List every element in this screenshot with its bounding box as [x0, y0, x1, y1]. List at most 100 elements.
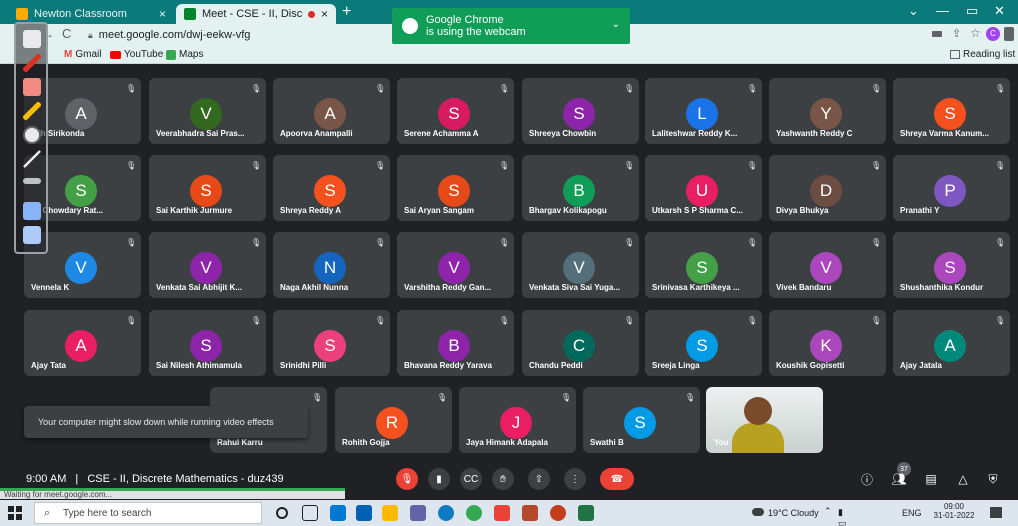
- window-close-button[interactable]: ✕: [994, 3, 1005, 19]
- maximize-button[interactable]: ▭: [966, 3, 978, 19]
- camera-toggle-button[interactable]: ▮: [428, 468, 450, 490]
- bookmark-label: YouTube: [124, 49, 164, 60]
- excel-icon[interactable]: [578, 505, 594, 521]
- chevron-down-icon[interactable]: ⌄: [908, 3, 919, 19]
- chat-icon[interactable]: ▤: [922, 470, 940, 488]
- participant-tile[interactable]: 🎙︎ S Swathi B: [583, 387, 700, 453]
- participant-tile[interactable]: 🎙︎ P Pranathi Y: [893, 155, 1010, 221]
- tab-meet[interactable]: Meet - CSE - II, Discrete Mat ×: [176, 4, 336, 24]
- file-explorer-icon[interactable]: [330, 505, 346, 521]
- participant-tile[interactable]: 🎙︎ S Sreeja Linga: [645, 310, 762, 376]
- rectangle-tool-icon[interactable]: [23, 178, 41, 184]
- bookmarks-bar: M Gmail YouTube Maps Reading list: [0, 46, 1018, 64]
- highlighter-tool-icon[interactable]: [23, 102, 41, 120]
- participant-tile[interactable]: 🎙︎ S Shreya Varma Kanum...: [893, 78, 1010, 144]
- mail-icon[interactable]: [356, 505, 372, 521]
- participant-tile[interactable]: 🎙︎ R Rohith Gojja: [335, 387, 452, 453]
- participant-tile[interactable]: 🎙︎ V Varshitha Reddy Gan...: [397, 232, 514, 298]
- app-icon[interactable]: [550, 505, 566, 521]
- eraser-tool-icon[interactable]: [23, 78, 41, 96]
- reading-list-button[interactable]: Reading list: [950, 49, 1015, 60]
- participant-tile[interactable]: 🎙︎ S Srinidhi Pilli: [273, 310, 390, 376]
- participant-tile[interactable]: 🎙︎ A Apoorva Anampalli: [273, 78, 390, 144]
- app-icon[interactable]: [494, 505, 510, 521]
- close-icon[interactable]: ×: [159, 7, 166, 21]
- activities-icon[interactable]: △: [954, 470, 972, 488]
- participant-tile[interactable]: 🎙︎ D Divya Bhukya: [769, 155, 886, 221]
- muted-mic-icon: 🎙︎: [126, 161, 137, 170]
- share-icon[interactable]: ⇪: [952, 27, 961, 40]
- profile-avatar[interactable]: C: [986, 27, 1000, 41]
- participant-tile[interactable]: 🎙︎ S Sai Aryan Sangam: [397, 155, 514, 221]
- bookmark-gmail[interactable]: M Gmail: [64, 49, 101, 60]
- chrome-icon[interactable]: [466, 505, 482, 521]
- app-icon[interactable]: [382, 505, 398, 521]
- participant-tile[interactable]: 🎙︎ C Chandu Peddi: [522, 310, 639, 376]
- extension-icon[interactable]: [1004, 27, 1014, 41]
- camera-indicator-icon[interactable]: [932, 31, 942, 37]
- participant-tile[interactable]: 🎙︎ V Venkata Sai Abhijit K...: [149, 232, 266, 298]
- participant-tile[interactable]: 🎙︎ S Sai Nilesh Athimamula: [149, 310, 266, 376]
- participant-tile[interactable]: 🎙︎ S Sai Karthik Jurmure: [149, 155, 266, 221]
- participant-tile[interactable]: 🎙︎ Y Yashwanth Reddy C: [769, 78, 886, 144]
- leave-call-button[interactable]: ☎︎: [600, 468, 634, 490]
- tray-icons[interactable]: ▮ ▭ ◿ 🔈︎: [838, 507, 847, 526]
- task-view-icon[interactable]: [302, 505, 318, 521]
- participant-tile[interactable]: 🎙︎ V Veerabhadra Sai Pras...: [149, 78, 266, 144]
- captions-button[interactable]: CC: [460, 468, 482, 490]
- edge-icon[interactable]: [438, 505, 454, 521]
- participant-tile[interactable]: 🎙︎ V Venkata Siva Sai Yuga...: [522, 232, 639, 298]
- present-button[interactable]: ⇧: [528, 468, 550, 490]
- participant-tile[interactable]: 🎙︎ B Bhavana Reddy Yarava: [397, 310, 514, 376]
- tab-newton-classroom[interactable]: Newton Classroom ×: [8, 4, 174, 24]
- clock[interactable]: 09:00 31-01-2022: [932, 502, 976, 520]
- participant-tile[interactable]: 🎙︎ S Shreeya Chowbin: [522, 78, 639, 144]
- whiteboard-tool-icon[interactable]: [23, 226, 41, 244]
- new-tab-button[interactable]: +: [342, 3, 351, 21]
- participant-tile[interactable]: 🎙︎ L Laliteshwar Reddy K...: [645, 78, 762, 144]
- participant-tile[interactable]: 🎙︎ S Srinivasa Karthikeya ...: [645, 232, 762, 298]
- participant-tile[interactable]: 🎙︎ N Naga Akhil Nunna: [273, 232, 390, 298]
- participant-tile[interactable]: 🎙︎ S Shushanthika Kondur: [893, 232, 1010, 298]
- participant-tile[interactable]: 🎙︎ S Shreya Reddy A: [273, 155, 390, 221]
- notifications-icon[interactable]: [990, 507, 1002, 518]
- reload-icon[interactable]: C: [62, 26, 71, 41]
- more-options-button[interactable]: ⋮: [564, 468, 586, 490]
- teams-icon[interactable]: [410, 505, 426, 521]
- microphone-toggle-button[interactable]: 🎙︎: [396, 468, 418, 490]
- powerpoint-icon[interactable]: [522, 505, 538, 521]
- cortana-icon[interactable]: [276, 507, 288, 519]
- participant-tile[interactable]: 🎙︎ A Ajay Jatala: [893, 310, 1010, 376]
- pen-tool-icon[interactable]: [23, 54, 41, 72]
- host-controls-icon[interactable]: ⛨: [984, 470, 1002, 488]
- muted-mic-icon: 🎙︎: [499, 238, 510, 247]
- language-indicator[interactable]: ENG: [902, 508, 922, 518]
- screen-tool-icon[interactable]: [23, 202, 41, 220]
- participant-tile[interactable]: 🎙︎ J Jaya Himank Adapala: [459, 387, 576, 453]
- cursor-tool-icon[interactable]: [23, 126, 41, 144]
- close-icon[interactable]: ×: [321, 7, 328, 21]
- windows-start-icon[interactable]: [8, 506, 22, 520]
- chevron-down-icon[interactable]: ⌄: [612, 19, 620, 31]
- raise-hand-button[interactable]: ✋︎: [492, 468, 514, 490]
- participant-tile[interactable]: 🎙︎ S Serene Achamma A: [397, 78, 514, 144]
- weather-icon[interactable]: [752, 508, 764, 516]
- self-video-tile[interactable]: You: [706, 387, 823, 453]
- tray-chevron-icon[interactable]: ⌃: [824, 506, 832, 517]
- windows-search-box[interactable]: ⌕ Type here to search: [34, 502, 262, 524]
- participant-tile[interactable]: 🎙︎ U Utkarsh S P Sharma C...: [645, 155, 762, 221]
- bookmark-maps[interactable]: Maps: [166, 49, 203, 60]
- participant-tile[interactable]: 🎙︎ V Vivek Bandaru: [769, 232, 886, 298]
- meeting-details-icon[interactable]: ⓘ: [858, 470, 876, 488]
- weather-text[interactable]: 19°C Cloudy: [768, 508, 819, 518]
- people-icon[interactable]: 👥︎: [890, 470, 908, 488]
- webcam-notice[interactable]: Google Chrome is using the webcam ⌄: [392, 8, 630, 44]
- participant-tile[interactable]: 🎙︎ K Koushik Gopisetti: [769, 310, 886, 376]
- pointer-tool-icon[interactable]: [23, 30, 41, 48]
- bookmark-star-icon[interactable]: ☆: [970, 26, 981, 40]
- minimize-button[interactable]: —: [936, 3, 949, 18]
- participant-tile[interactable]: 🎙︎ A Ajay Tata: [24, 310, 141, 376]
- line-tool-icon[interactable]: [23, 150, 41, 168]
- participant-tile[interactable]: 🎙︎ B Bhargav Kolikapogu: [522, 155, 639, 221]
- bookmark-youtube[interactable]: YouTube: [110, 49, 163, 60]
